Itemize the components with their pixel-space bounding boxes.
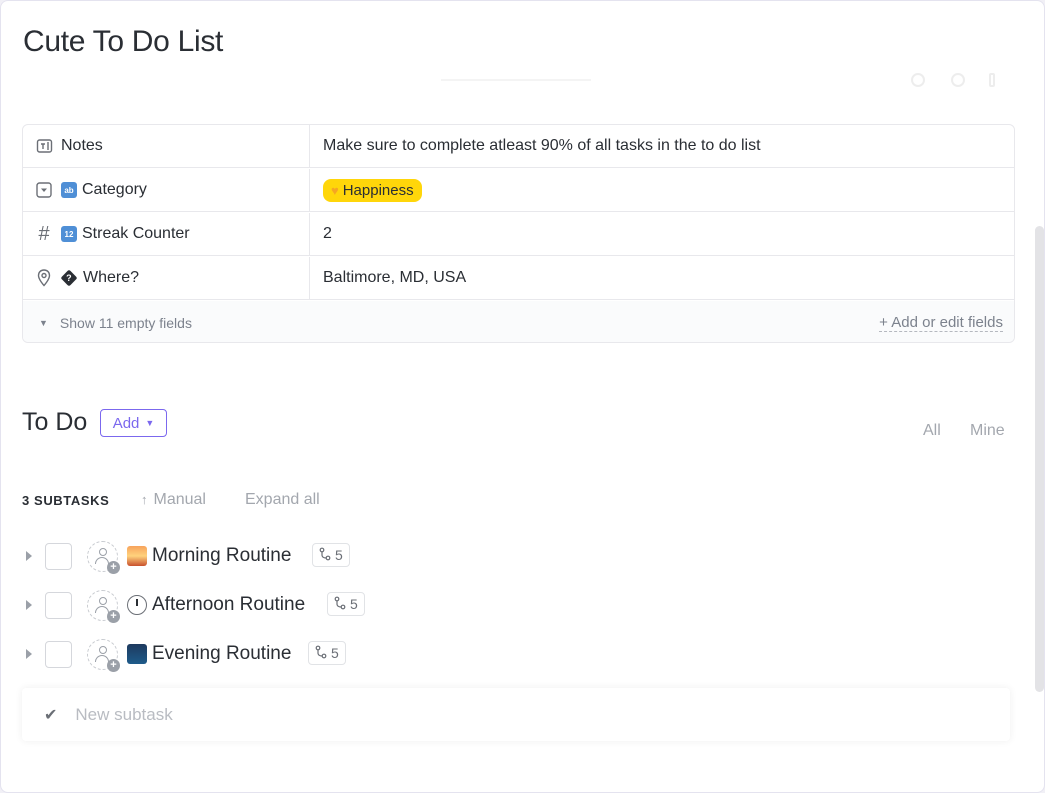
field-label: Category <box>82 181 147 198</box>
field-row-category: ab Category ♥ Happiness <box>23 169 1014 212</box>
where-value[interactable]: Baltimore, MD, USA <box>310 257 1014 299</box>
add-assignee-icon[interactable]: + <box>87 639 120 672</box>
show-empty-fields[interactable]: Show 11 empty fields <box>60 315 192 331</box>
expand-caret-icon[interactable] <box>26 600 32 610</box>
field-row-streak: # 12 Streak Counter 2 <box>23 213 1014 256</box>
streak-value[interactable]: 2 <box>310 213 1014 255</box>
subtask-row[interactable]: + Afternoon Routine 5 <box>1 586 1001 626</box>
clock-icon <box>127 595 147 615</box>
task-title[interactable]: Cute To Do List <box>23 25 223 59</box>
add-assignee-icon[interactable]: + <box>87 590 120 623</box>
subtask-row[interactable]: + Morning Routine 5 <box>1 537 1001 577</box>
filter-all[interactable]: All <box>923 422 941 440</box>
faint-icon <box>951 73 965 87</box>
fields-footer: ▼ Show 11 empty fields + Add or edit fie… <box>23 301 1014 342</box>
dropdown-icon <box>35 181 53 199</box>
location-pin-icon <box>35 269 53 287</box>
add-edit-fields-link[interactable]: + Add or edit fields <box>879 314 1003 332</box>
caret-down-icon[interactable]: ▼ <box>39 318 48 328</box>
subtask-checkbox[interactable] <box>45 543 72 570</box>
subtask-branch-icon <box>334 596 346 613</box>
checkmark-icon: ✔ <box>44 706 58 724</box>
subtask-row[interactable]: + Evening Routine 5 <box>1 635 1001 675</box>
arrow-up-icon: ↑ <box>141 492 148 507</box>
field-row-where: ? Where? Baltimore, MD, USA <box>23 257 1014 300</box>
faint-icon <box>989 73 995 87</box>
filter-mine[interactable]: Mine <box>970 422 1005 440</box>
field-label: Streak Counter <box>82 225 190 242</box>
yellow-heart-icon: ♥ <box>331 182 339 198</box>
subtask-branch-icon <box>319 547 331 564</box>
abcd-emoji: ab <box>61 182 77 198</box>
subtask-count-badge[interactable]: 5 <box>312 543 350 567</box>
custom-fields-table: Notes Make sure to complete atleast 90% … <box>22 124 1015 343</box>
category-pill[interactable]: ♥ Happiness <box>323 178 422 202</box>
sunrise-icon <box>127 546 147 566</box>
faint-toolbar <box>441 73 1011 87</box>
expand-caret-icon[interactable] <box>26 551 32 561</box>
faint-icon <box>911 73 925 87</box>
subtask-name[interactable]: Afternoon Routine <box>152 594 305 616</box>
subtask-branch-icon <box>315 645 327 662</box>
unknown-glyph-icon: ? <box>60 269 78 287</box>
subtask-count-badge[interactable]: 5 <box>308 641 346 665</box>
task-detail-window: Cute To Do List Notes Make sure to compl… <box>0 0 1045 793</box>
1234-emoji: 12 <box>61 226 77 242</box>
field-label: Where? <box>83 269 140 286</box>
subtask-name[interactable]: Morning Routine <box>152 545 291 567</box>
new-subtask-input[interactable] <box>75 704 876 725</box>
field-row-notes: Notes Make sure to complete atleast 90% … <box>23 125 1014 168</box>
subtask-checkbox[interactable] <box>45 592 72 619</box>
add-button[interactable]: Add ▼ <box>100 409 167 437</box>
sort-manual-button[interactable]: ↑ Manual <box>141 491 206 509</box>
city-night-icon <box>127 644 147 664</box>
expand-all-button[interactable]: Expand all <box>245 491 320 509</box>
field-label: Notes <box>61 137 103 154</box>
subtask-checkbox[interactable] <box>45 641 72 668</box>
expand-caret-icon[interactable] <box>26 649 32 659</box>
add-assignee-icon[interactable]: + <box>87 541 120 574</box>
new-subtask-row: ✔ <box>22 688 1010 741</box>
scrollbar[interactable] <box>1035 226 1044 692</box>
notes-icon <box>35 137 53 155</box>
todo-heading: To Do <box>22 408 88 436</box>
subtask-count-badge[interactable]: 5 <box>327 592 365 616</box>
hash-icon: # <box>38 222 50 245</box>
notes-value[interactable]: Make sure to complete atleast 90% of all… <box>310 125 1014 167</box>
subtask-name[interactable]: Evening Routine <box>152 643 291 665</box>
caret-down-icon: ▼ <box>145 418 155 428</box>
subtask-count: 3 SUBTASKS <box>22 493 110 508</box>
